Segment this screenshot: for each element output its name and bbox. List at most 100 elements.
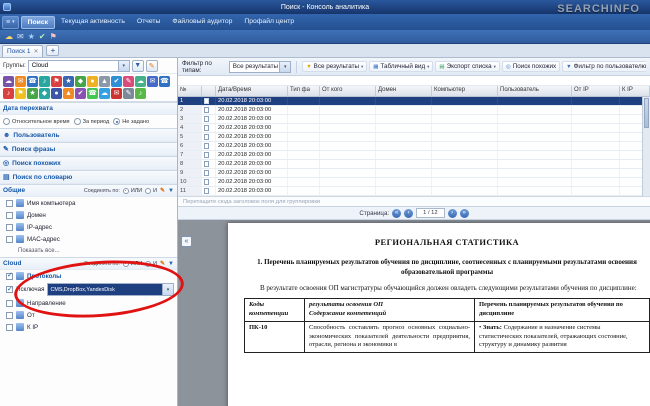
chevron-down-icon[interactable]: ▾: [117, 60, 129, 71]
grid-column-9[interactable]: К IP: [620, 86, 650, 96]
protocol-icon-3[interactable]: ☎: [27, 76, 38, 87]
protocol-icon-11[interactable]: ✎: [123, 76, 134, 87]
checkbox-icon[interactable]: [6, 211, 13, 219]
common-filter-1[interactable]: Домен: [0, 209, 177, 221]
protocol-icon-16[interactable]: ⚑: [15, 88, 26, 99]
cloud-section-header[interactable]: Cloud Соединять по: ИЛИ И ✎ ▼: [0, 257, 177, 270]
excluding-checkbox[interactable]: [6, 285, 13, 293]
common-section-header[interactable]: Общие Соединять по: ИЛИ И ✎ ▼: [0, 184, 177, 197]
checkbox-icon[interactable]: [6, 323, 13, 331]
cloud-filter-1[interactable]: От: [0, 309, 177, 321]
filter-groups-button[interactable]: ▼: [131, 59, 144, 72]
grid-column-3[interactable]: Тип фа: [288, 86, 320, 96]
protocol-icon-25[interactable]: ✎: [123, 88, 134, 99]
table-row[interactable]: 9 20.02.2018 20:03:00: [178, 169, 650, 178]
common-join-option-1[interactable]: И: [145, 187, 157, 194]
protocol-icon-18[interactable]: ◆: [39, 88, 50, 99]
ribbon-icon-1[interactable]: ☁: [5, 31, 13, 43]
date-option-2[interactable]: Не задано: [113, 118, 149, 125]
protocol-icon-13[interactable]: ✉: [147, 76, 158, 87]
protocol-icon-17[interactable]: ★: [27, 88, 38, 99]
protocol-icon-26[interactable]: ♪: [135, 88, 146, 99]
date-section-header[interactable]: Дата перехвата: [0, 102, 177, 115]
ribbon-icon-4[interactable]: ✔: [39, 31, 46, 43]
grid-column-6[interactable]: Компьютер: [432, 86, 498, 96]
grid-scrollbar[interactable]: [642, 97, 650, 196]
common-filter-0[interactable]: Имя компьютера: [0, 197, 177, 209]
protocol-icon-10[interactable]: ✔: [111, 76, 122, 87]
collapse-preview-button[interactable]: «: [181, 236, 192, 247]
grid-column-1[interactable]: [202, 86, 216, 96]
protocols-row[interactable]: Протоколы: [0, 270, 177, 282]
menu-tab-0[interactable]: Поиск: [20, 15, 56, 29]
protocol-icon-24[interactable]: ✉: [111, 88, 122, 99]
protocol-icon-14[interactable]: ☎: [159, 76, 170, 87]
group-panel[interactable]: [178, 76, 650, 86]
ribbon-icon-2[interactable]: ✉: [17, 31, 24, 43]
sidebar-link-2[interactable]: ◎ Поиск похожих: [0, 156, 177, 170]
edit-icon[interactable]: ✎: [160, 260, 165, 267]
table-row[interactable]: 2 20.02.2018 20:03:00: [178, 106, 650, 115]
chevron-down-icon[interactable]: ▾: [162, 284, 173, 295]
table-row[interactable]: 11 20.02.2018 20:03:00: [178, 187, 650, 196]
date-option-0[interactable]: Относительное время: [3, 118, 70, 125]
ribbon-icon-5[interactable]: ⚑: [50, 31, 57, 43]
grid-column-2[interactable]: Дата/Время: [216, 86, 288, 96]
common-filter-3[interactable]: MAC-адрес: [0, 233, 177, 245]
grid-column-7[interactable]: Пользователь: [498, 86, 572, 96]
cloud-filter-0[interactable]: Направление: [0, 297, 177, 309]
close-icon[interactable]: ✕: [33, 48, 38, 55]
show-all-link[interactable]: Показать все...: [0, 245, 177, 257]
edit-groups-button[interactable]: ✎: [145, 59, 158, 72]
sidebar-link-1[interactable]: ✎ Поиск фразы: [0, 142, 177, 156]
table-row[interactable]: 3 20.02.2018 20:03:00: [178, 115, 650, 124]
protocol-icon-21[interactable]: ✔: [75, 88, 86, 99]
menu-tab-2[interactable]: Отчеты: [131, 16, 167, 29]
table-row[interactable]: 1 20.02.2018 20:03:00: [178, 97, 650, 106]
ribbon-icon-3[interactable]: ★: [28, 31, 35, 43]
menu-tab-1[interactable]: Текущая активность: [55, 16, 131, 29]
first-page-button[interactable]: «: [392, 208, 402, 218]
checkbox-icon[interactable]: [6, 199, 13, 207]
protocol-icon-6[interactable]: ★: [63, 76, 74, 87]
app-menu-button[interactable]: ≡ ▾: [2, 15, 19, 29]
cloud-join-option-1[interactable]: И: [145, 260, 157, 267]
common-filter-2[interactable]: IP-адрес: [0, 221, 177, 233]
checkbox-icon[interactable]: [6, 235, 13, 243]
cloud-filter-2[interactable]: К IP: [0, 321, 177, 333]
filter-icon[interactable]: ▼: [168, 188, 174, 194]
edit-icon[interactable]: ✎: [160, 187, 165, 194]
tab-search-1[interactable]: Поиск 1 ✕: [2, 45, 44, 57]
toolbar-button-1[interactable]: ▦ Табличный вид ▾: [369, 61, 434, 72]
protocol-icon-23[interactable]: ☁: [99, 88, 110, 99]
table-row[interactable]: 5 20.02.2018 20:03:00: [178, 133, 650, 142]
checkbox-icon[interactable]: [6, 311, 13, 319]
protocol-icon-15[interactable]: ♪: [3, 88, 14, 99]
grid-column-5[interactable]: Домен: [376, 86, 432, 96]
protocol-icon-9[interactable]: ▲: [99, 76, 110, 87]
toolbar-button-3[interactable]: ◎ Поиск похожих: [501, 61, 561, 72]
prev-page-button[interactable]: ‹: [404, 208, 414, 218]
toolbar-button-0[interactable]: ▼ Все результаты ▾: [302, 61, 368, 72]
grid-column-0[interactable]: №: [178, 86, 202, 96]
toolbar-button-2[interactable]: ▤ Экспорт списка ▾: [435, 61, 500, 72]
protocol-icon-22[interactable]: ☎: [87, 88, 98, 99]
checkbox-icon[interactable]: [6, 223, 13, 231]
protocol-icon-8[interactable]: ●: [87, 76, 98, 87]
next-page-button[interactable]: ›: [447, 208, 457, 218]
checkbox-icon[interactable]: [6, 299, 13, 307]
cloud-join-option-0[interactable]: ИЛИ: [122, 260, 142, 267]
menu-tab-3[interactable]: Файловый аудитор: [166, 16, 238, 29]
table-row[interactable]: 10 20.02.2018 20:03:00: [178, 178, 650, 187]
filter-icon[interactable]: ▼: [168, 261, 174, 267]
protocols-checkbox[interactable]: [6, 271, 13, 280]
protocol-icon-19[interactable]: ●: [51, 88, 62, 99]
table-row[interactable]: 8 20.02.2018 20:03:00: [178, 160, 650, 169]
add-tab-button[interactable]: +: [46, 45, 60, 56]
sidebar-link-0[interactable]: ☻ Пользователь: [0, 128, 177, 142]
table-row[interactable]: 6 20.02.2018 20:03:00: [178, 142, 650, 151]
protocol-icon-2[interactable]: ✉: [15, 76, 26, 87]
protocol-icon-20[interactable]: ▲: [63, 88, 74, 99]
table-row[interactable]: 4 20.02.2018 20:03:00: [178, 124, 650, 133]
chevron-down-icon[interactable]: ▾: [279, 61, 291, 72]
